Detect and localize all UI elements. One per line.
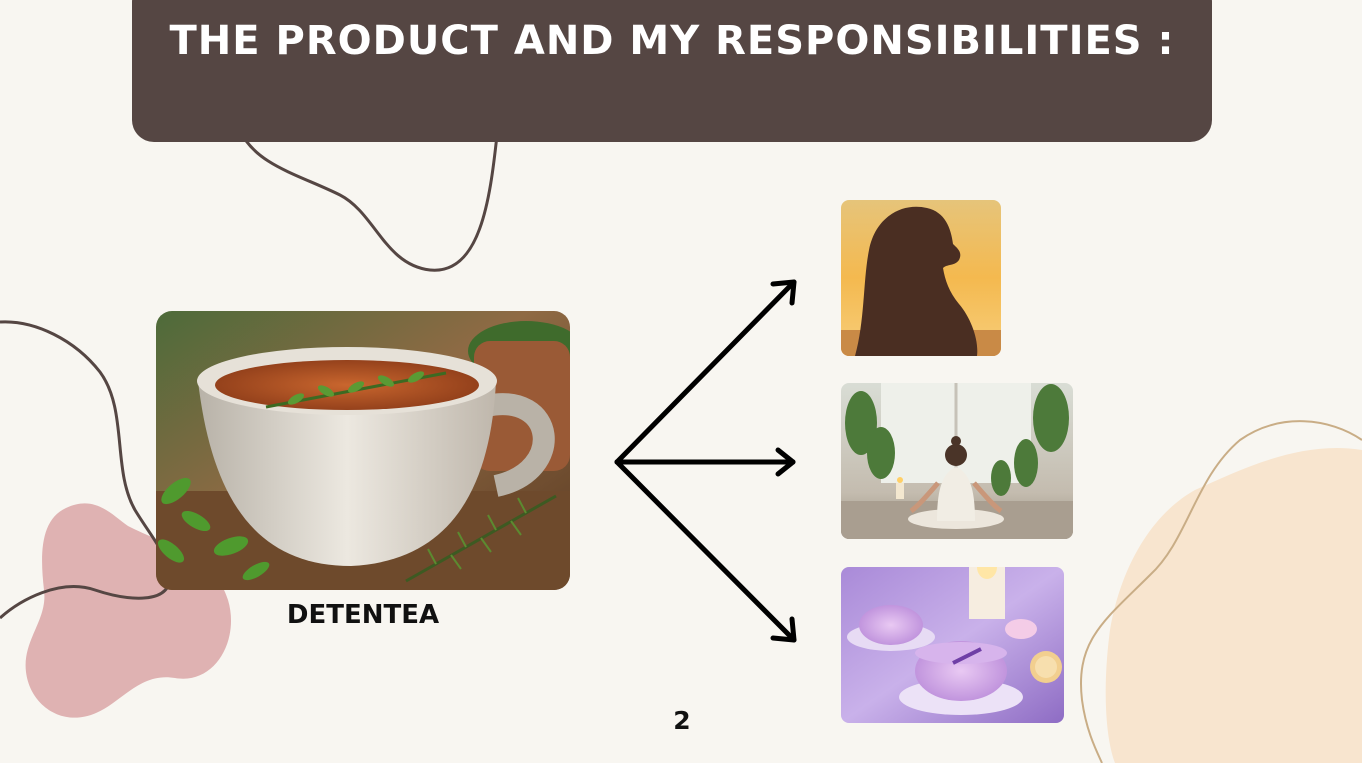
herbal-tea-cup-image	[156, 311, 570, 590]
peach-blob-shape	[1105, 448, 1362, 763]
title-banner: THE PRODUCT AND MY RESPONSIBILITIES :	[132, 0, 1212, 142]
dark-curve-top	[238, 129, 499, 272]
product-name-label: DETENTEA	[286, 600, 440, 630]
lavender-tea-image	[841, 567, 1064, 723]
dark-curve-left	[0, 320, 172, 620]
arrow-down-line	[614, 459, 797, 643]
meditation-pose-image	[841, 383, 1073, 539]
slide-title: THE PRODUCT AND MY RESPONSIBILITIES :	[169, 18, 1175, 64]
sunset-silhouette-image	[841, 200, 1001, 356]
page-number: 2	[673, 706, 691, 735]
arrow-up-line	[614, 279, 797, 465]
branching-arrows	[614, 279, 797, 643]
tan-curve-line	[1080, 420, 1362, 763]
